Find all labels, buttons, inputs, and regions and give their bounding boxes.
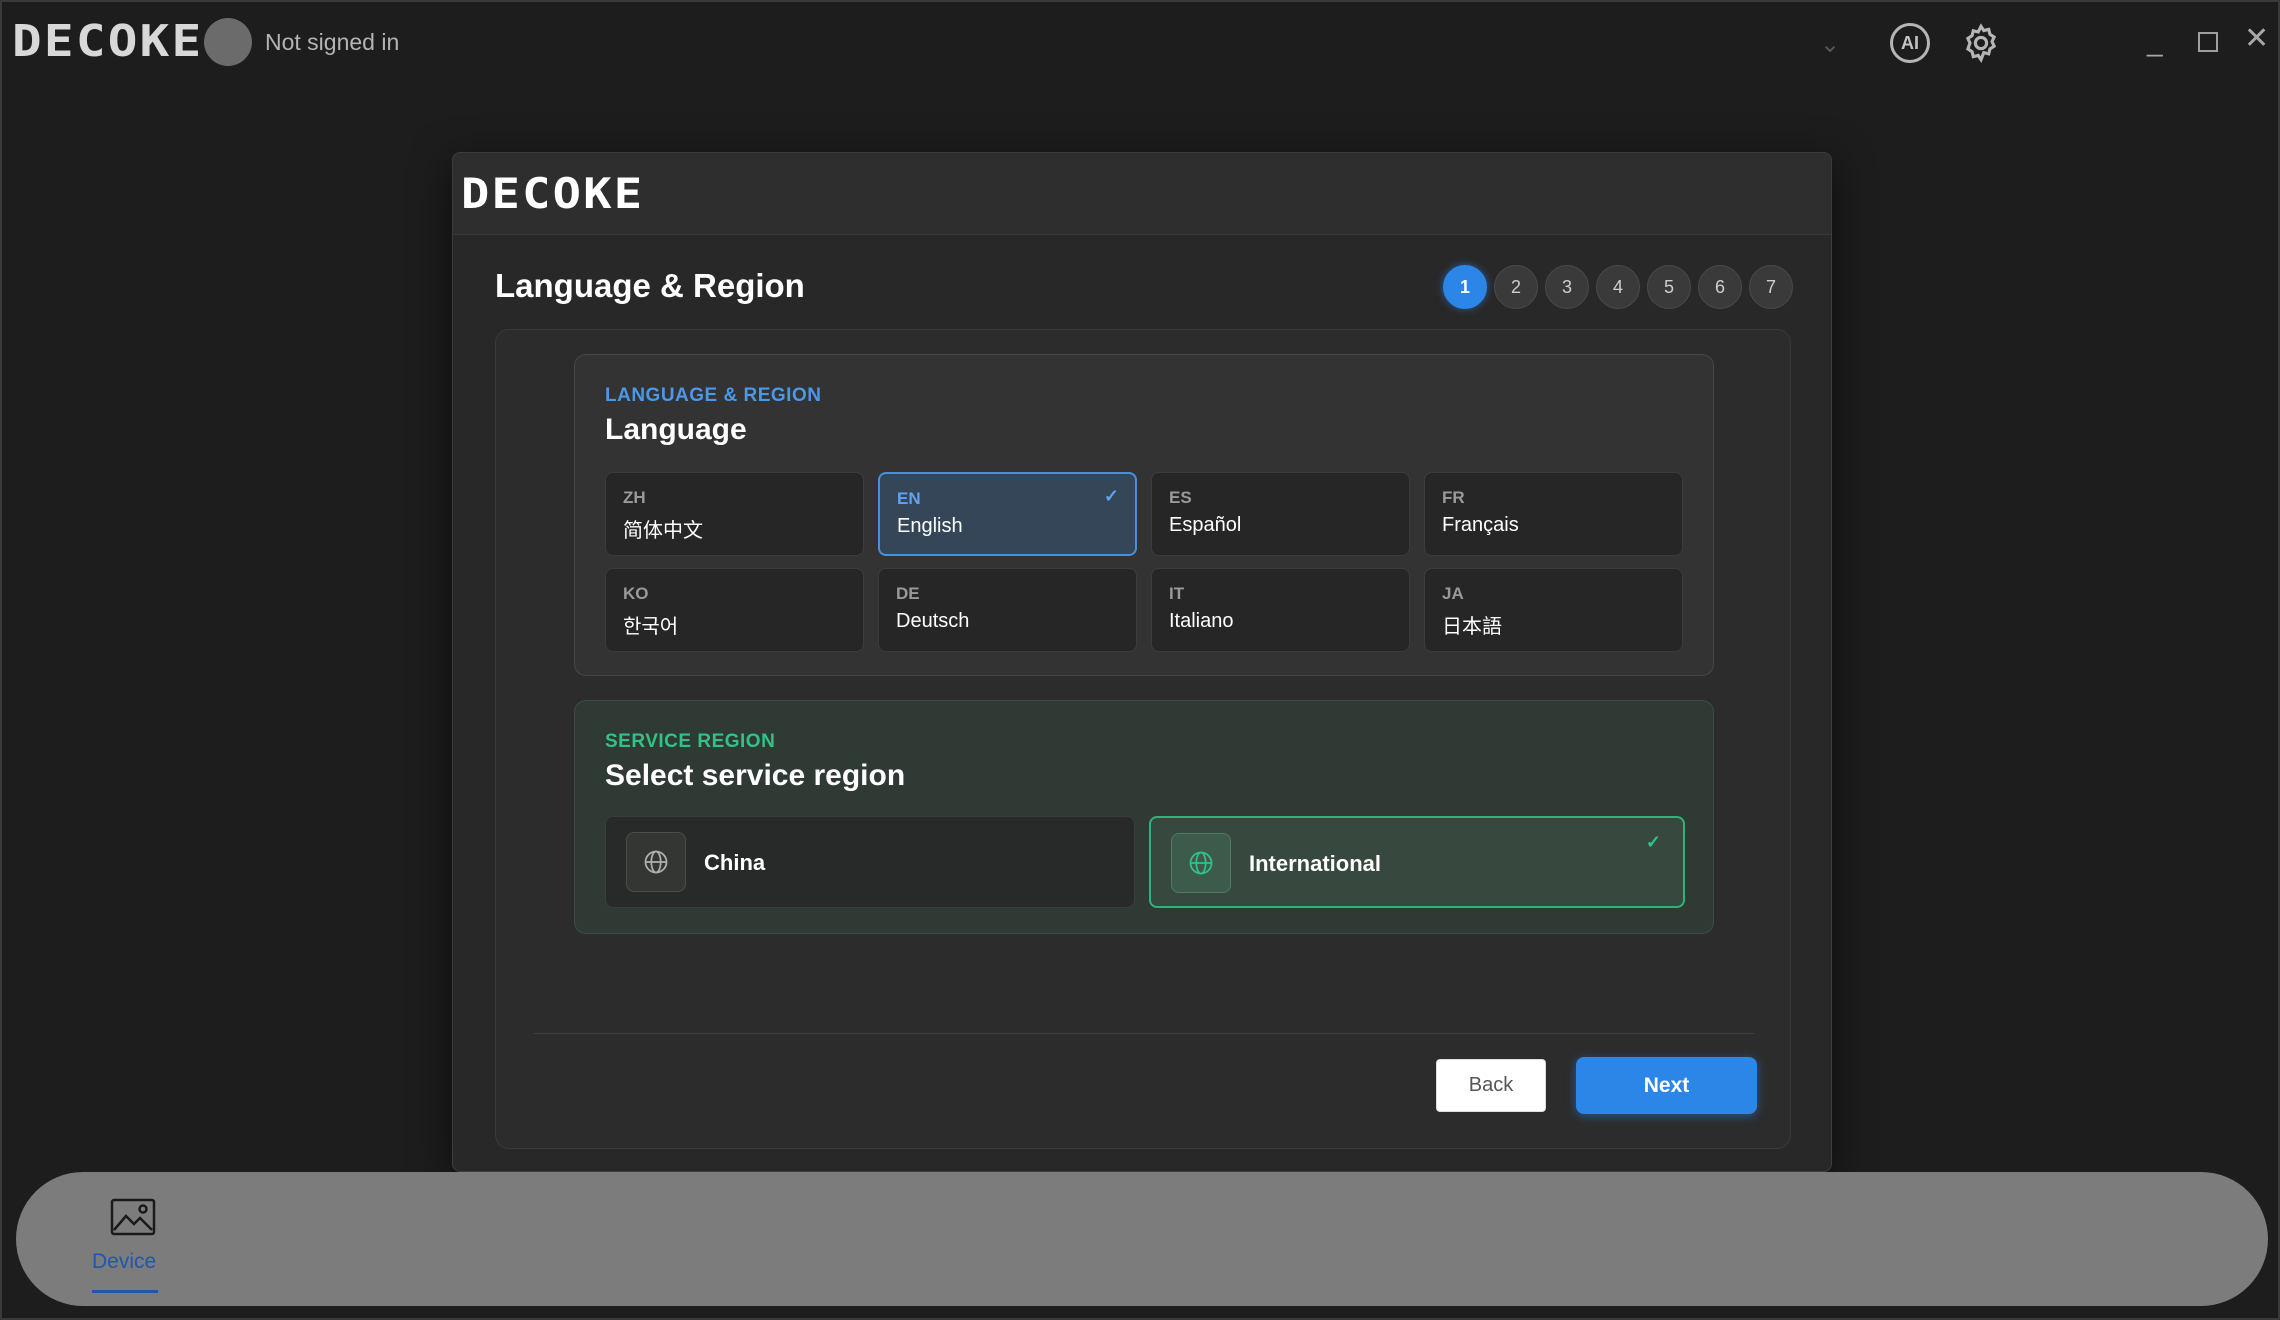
language-code: ES	[1169, 488, 1192, 507]
region-kicker: SERVICE REGION	[605, 731, 776, 752]
language-option-es[interactable]: ES Español	[1151, 472, 1410, 556]
language-option-ko[interactable]: KO 한국어	[605, 568, 864, 652]
language-code: ZH	[623, 488, 646, 507]
language-options: ZH 简体中文 EN English ✓ ES Español FR Franç…	[605, 472, 1683, 652]
language-option-ja[interactable]: JA 日本語	[1424, 568, 1683, 652]
language-code: IT	[1169, 584, 1185, 603]
bottom-dock: Device	[16, 1172, 2268, 1306]
step-6[interactable]: 6	[1698, 265, 1742, 309]
gear-icon[interactable]	[1960, 22, 2002, 64]
app-window: DECOKE Not signed in ⌄ AI _ ✕ DECOKE Lan…	[0, 0, 2280, 1320]
language-name: Italiano	[1169, 610, 1234, 632]
region-option-international[interactable]: International ✓	[1149, 816, 1685, 908]
globe-icon	[1171, 833, 1231, 893]
back-button[interactable]: Back	[1436, 1059, 1546, 1112]
checkmark-icon: ✓	[1645, 832, 1661, 852]
dialog-header: DECOKE	[453, 153, 1831, 235]
language-name: Français	[1442, 514, 1519, 536]
language-heading: Language	[605, 413, 747, 446]
language-name: English	[897, 515, 963, 537]
step-5[interactable]: 5	[1647, 265, 1691, 309]
dock-item-label: Device	[92, 1250, 157, 1273]
language-option-it[interactable]: IT Italiano	[1151, 568, 1410, 652]
language-name: Español	[1169, 514, 1242, 536]
checkmark-icon: ✓	[1103, 486, 1119, 506]
step-indicator: 1 2 3 4 5 6 7	[1443, 265, 1793, 309]
step-4[interactable]: 4	[1596, 265, 1640, 309]
app-logo: DECOKE	[12, 16, 204, 67]
region-name: China	[704, 850, 766, 875]
globe-icon	[626, 832, 686, 892]
divider	[534, 1033, 1754, 1034]
ai-icon[interactable]: AI	[1890, 23, 1930, 63]
title-bar: DECOKE Not signed in ⌄ AI _ ✕	[2, 2, 2280, 84]
language-code: JA	[1442, 584, 1464, 603]
service-region-card: SERVICE REGION Select service region Chi…	[574, 700, 1714, 934]
close-icon[interactable]: ✕	[2244, 24, 2269, 54]
language-name: Deutsch	[896, 610, 970, 632]
avatar[interactable]	[204, 18, 252, 66]
language-code: KO	[623, 584, 649, 603]
language-code: FR	[1442, 488, 1465, 507]
region-name: International	[1249, 851, 1382, 876]
step-7[interactable]: 7	[1749, 265, 1793, 309]
chevron-down-icon[interactable]: ⌄	[1820, 30, 1840, 59]
region-heading: Select service region	[605, 759, 906, 792]
language-code: DE	[896, 584, 920, 603]
language-option-de[interactable]: DE Deutsch	[878, 568, 1137, 652]
language-option-zh[interactable]: ZH 简体中文	[605, 472, 864, 556]
content-panel: LANGUAGE & REGION Language ZH 简体中文 EN En…	[495, 329, 1791, 1149]
step-2[interactable]: 2	[1494, 265, 1538, 309]
minimize-icon[interactable]: _	[2147, 28, 2163, 56]
sign-in-status[interactable]: Not signed in	[265, 29, 399, 56]
language-name: 日本語	[1442, 616, 1502, 638]
setup-dialog: DECOKE Language & Region 1 2 3 4 5 6 7 L…	[452, 152, 1832, 1172]
dialog-logo: DECOKE	[461, 169, 645, 218]
maximize-icon[interactable]	[2198, 32, 2218, 52]
region-option-china[interactable]: China	[605, 816, 1135, 908]
language-kicker: LANGUAGE & REGION	[605, 385, 822, 406]
next-button[interactable]: Next	[1576, 1057, 1757, 1114]
dock-item-device[interactable]: Device	[88, 1186, 188, 1296]
language-card: LANGUAGE & REGION Language ZH 简体中文 EN En…	[574, 354, 1714, 676]
step-3[interactable]: 3	[1545, 265, 1589, 309]
page-title: Language & Region	[495, 267, 805, 304]
language-option-fr[interactable]: FR Français	[1424, 472, 1683, 556]
language-name: 한국어	[623, 616, 679, 638]
active-indicator	[92, 1290, 158, 1293]
step-1[interactable]: 1	[1443, 265, 1487, 309]
language-name: 简体中文	[623, 520, 703, 542]
language-option-en[interactable]: EN English ✓	[878, 472, 1137, 556]
image-icon	[110, 1198, 156, 1236]
language-code: EN	[897, 489, 921, 508]
region-options: China International ✓	[605, 816, 1685, 908]
